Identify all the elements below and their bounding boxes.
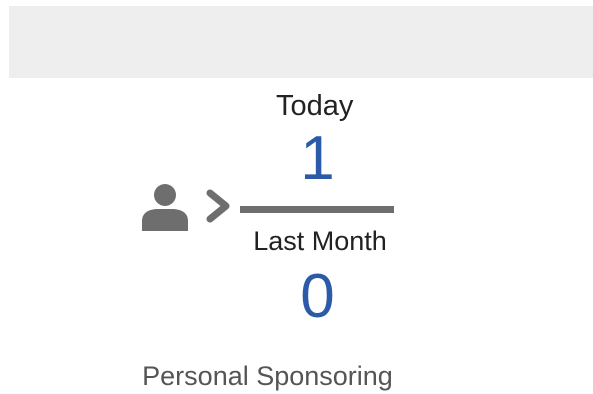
user-icon: [142, 184, 188, 231]
last-month-count: 0: [300, 262, 335, 331]
widget-title: Personal Sponsoring: [142, 361, 393, 391]
today-count: 1: [300, 124, 335, 193]
stat-divider: [240, 206, 394, 213]
personal-sponsoring-widget: Today 1 Last Month 0 Personal Sponsoring: [0, 78, 593, 394]
last-month-label: Last Month: [253, 226, 387, 256]
today-label: Today: [276, 90, 354, 122]
page: Today 1 Last Month 0 Personal Sponsoring: [0, 0, 593, 394]
chevron-right-icon: [206, 189, 230, 223]
header-bar: [9, 6, 593, 78]
